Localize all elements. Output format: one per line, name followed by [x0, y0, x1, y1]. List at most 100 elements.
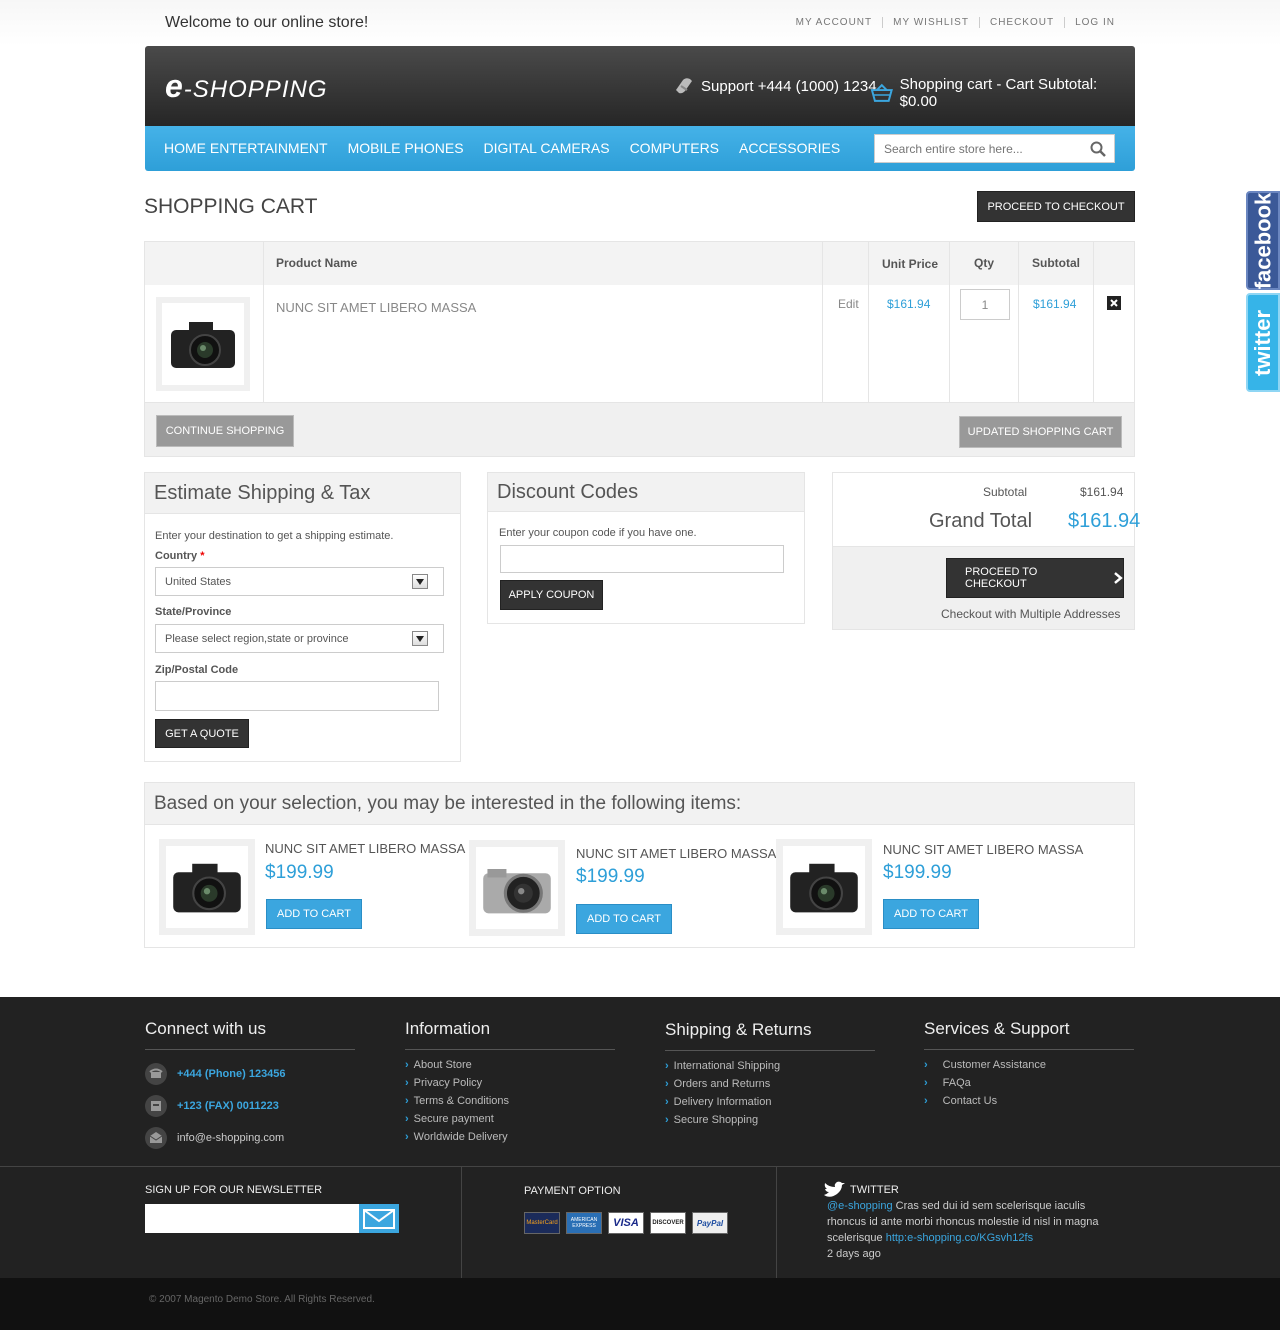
- site-logo[interactable]: e-SHOPPING: [165, 68, 327, 105]
- twitter-header: TWITTER: [822, 1181, 899, 1199]
- newsletter-input[interactable]: [145, 1204, 359, 1233]
- discount-intro: Enter your coupon code if you have one.: [499, 527, 697, 539]
- twitter-label: twitter: [1250, 309, 1275, 376]
- discount-codes-title: Discount Codes: [488, 473, 804, 512]
- support-info: Support +444 (1000) 1234: [673, 76, 877, 96]
- nav-mobile-phones[interactable]: MOBILE PHONES: [348, 140, 464, 156]
- footer-link-about[interactable]: › About Store: [405, 1056, 509, 1074]
- zip-label: Zip/Postal Code: [155, 664, 239, 676]
- phone-icon: [676, 78, 692, 94]
- estimate-shipping-title: Estimate Shipping & Tax: [145, 473, 460, 514]
- facebook-tab[interactable]: facebook: [1246, 191, 1280, 290]
- envelope-icon: [363, 1208, 395, 1229]
- email-contact[interactable]: info@e-shopping.com: [145, 1127, 284, 1149]
- site-header: e-SHOPPING Support +444 (1000) 1234 Shop…: [145, 46, 1135, 126]
- tweet-time: 2 days ago: [827, 1248, 881, 1260]
- subtotal-header: Subtotal: [1032, 256, 1080, 270]
- search-input[interactable]: [875, 135, 1075, 162]
- recommended-thumbnail[interactable]: [469, 840, 565, 936]
- my-account-link[interactable]: MY ACCOUNT: [786, 17, 884, 28]
- country-select[interactable]: United States: [155, 567, 444, 596]
- footer-link-privacy[interactable]: › Privacy Policy: [405, 1074, 509, 1092]
- checkout-link[interactable]: CHECKOUT: [980, 17, 1066, 28]
- chevron-down-icon: [412, 574, 428, 589]
- tweet-link[interactable]: http:e-shopping.co/KGsvh12fs: [886, 1232, 1033, 1244]
- information-title: Information: [405, 1019, 491, 1038]
- search-icon[interactable]: [1090, 141, 1106, 157]
- payment-title: PAYMENT OPTION: [524, 1185, 621, 1197]
- newsletter-submit-button[interactable]: [359, 1204, 399, 1233]
- nav-digital-cameras[interactable]: DIGITAL CAMERAS: [484, 140, 610, 156]
- footer-link-delivery-info[interactable]: › Delivery Information: [665, 1093, 780, 1111]
- search-box: [874, 134, 1115, 163]
- tweet-handle[interactable]: @e-shopping: [827, 1200, 893, 1212]
- recommended-items: Based on your selection, you may be inte…: [144, 782, 1135, 948]
- add-to-cart-button[interactable]: ADD TO CART: [883, 899, 979, 929]
- recommended-price: $199.99: [265, 862, 334, 883]
- coupon-input[interactable]: [500, 545, 784, 573]
- services-title: Services & Support: [924, 1019, 1070, 1038]
- cart-item-name[interactable]: NUNC SIT AMET LIBERO MASSA: [276, 300, 476, 315]
- footer-link-worldwide-delivery[interactable]: › Worldwide Delivery: [405, 1128, 509, 1146]
- site-footer: Connect with us +444 (Phone) 123456 +123…: [0, 997, 1280, 1330]
- newsletter-title: SIGN UP FOR OUR NEWSLETTER: [145, 1184, 323, 1196]
- remove-item-icon[interactable]: [1107, 296, 1121, 310]
- recommended-name[interactable]: NUNC SIT AMET LIBERO MASSA: [265, 841, 465, 856]
- continue-shopping-button[interactable]: CONTINUE SHOPPING: [156, 415, 294, 447]
- subtotal-label: Subtotal: [983, 485, 1028, 499]
- paypal-icon: PayPal: [692, 1212, 728, 1234]
- welcome-message: Welcome to our online store!: [165, 14, 369, 31]
- state-label: State/Province: [155, 606, 232, 618]
- cart-item-unit-price: $161.94: [887, 297, 931, 311]
- recommended-name[interactable]: NUNC SIT AMET LIBERO MASSA: [883, 842, 1083, 857]
- cart-item-edit-link[interactable]: Edit: [838, 297, 859, 311]
- zip-input[interactable]: [155, 681, 439, 711]
- footer-link-secure-shopping[interactable]: › Secure Shopping: [665, 1111, 780, 1129]
- recommended-thumbnail[interactable]: [159, 839, 255, 935]
- proceed-checkout-button[interactable]: PROCEED TO CHECKOUT: [946, 558, 1124, 598]
- update-cart-button[interactable]: UPDATED SHOPPING CART: [959, 416, 1122, 448]
- footer-link-orders-returns[interactable]: › Orders and Returns: [665, 1075, 780, 1093]
- proceed-checkout-top-button[interactable]: PROCEED TO CHECKOUT: [977, 191, 1135, 222]
- add-to-cart-button[interactable]: ADD TO CART: [266, 899, 362, 929]
- connect-title: Connect with us: [145, 1019, 266, 1038]
- main-nav: HOME ENTERTAINMENT MOBILE PHONES DIGITAL…: [145, 126, 1135, 171]
- recommended-price: $199.99: [883, 862, 952, 883]
- state-select[interactable]: Please select region,state or province: [155, 624, 444, 653]
- cart-item-thumbnail[interactable]: [156, 297, 250, 391]
- nav-computers[interactable]: COMPUTERS: [630, 140, 719, 156]
- qty-input[interactable]: 1: [960, 289, 1010, 320]
- recommended-thumbnail[interactable]: [776, 839, 872, 935]
- shipping-returns-title: Shipping & Returns: [665, 1020, 812, 1039]
- nav-home-entertainment[interactable]: HOME ENTERTAINMENT: [164, 140, 328, 156]
- fax-icon: [145, 1095, 167, 1117]
- recommended-name[interactable]: NUNC SIT AMET LIBERO MASSA: [576, 846, 776, 861]
- footer-link-terms[interactable]: › Terms & Conditions: [405, 1092, 509, 1110]
- discount-codes-box: Discount Codes Enter your coupon code if…: [487, 472, 805, 624]
- apply-coupon-button[interactable]: APPLY COUPON: [500, 580, 603, 610]
- header-cart[interactable]: Shopping cart - Cart Subtotal: $0.00: [870, 76, 1135, 110]
- nav-accessories[interactable]: ACCESSORIES: [739, 140, 840, 156]
- fax-contact: +123 (FAX) 0011223: [145, 1095, 279, 1117]
- camera-image: [173, 863, 241, 913]
- footer-link-international-shipping[interactable]: › International Shipping: [665, 1057, 780, 1075]
- recommended-title: Based on your selection, you may be inte…: [145, 783, 1134, 825]
- qty-header: Qty: [974, 256, 995, 270]
- twitter-tab[interactable]: twitter: [1246, 293, 1280, 392]
- login-link[interactable]: LOG IN: [1065, 17, 1115, 28]
- footer-link-faq[interactable]: › FAQa: [924, 1074, 1046, 1092]
- footer-link-customer-assistance[interactable]: › Customer Assistance: [924, 1056, 1046, 1074]
- tweet: @e-shopping Cras sed dui id sem sceleris…: [827, 1198, 1107, 1262]
- add-to-cart-button[interactable]: ADD TO CART: [576, 904, 672, 934]
- visa-icon: VISA: [608, 1212, 644, 1234]
- get-quote-button[interactable]: GET A QUOTE: [155, 719, 249, 748]
- footer-link-secure-payment[interactable]: › Secure payment: [405, 1110, 509, 1128]
- twitter-bird-icon: [824, 1181, 845, 1197]
- support-text: Support +444 (1000) 1234: [701, 77, 877, 95]
- multiple-addresses-link[interactable]: Checkout with Multiple Addresses: [941, 607, 1120, 621]
- my-wishlist-link[interactable]: MY WISHLIST: [883, 17, 980, 28]
- cart-summary: Shopping cart - Cart Subtotal: $0.00: [899, 76, 1098, 110]
- top-bar: Welcome to our online store! MY ACCOUNT …: [0, 0, 1280, 46]
- footer-link-contact[interactable]: › Contact Us: [924, 1092, 1046, 1110]
- recommended-price: $199.99: [576, 866, 645, 887]
